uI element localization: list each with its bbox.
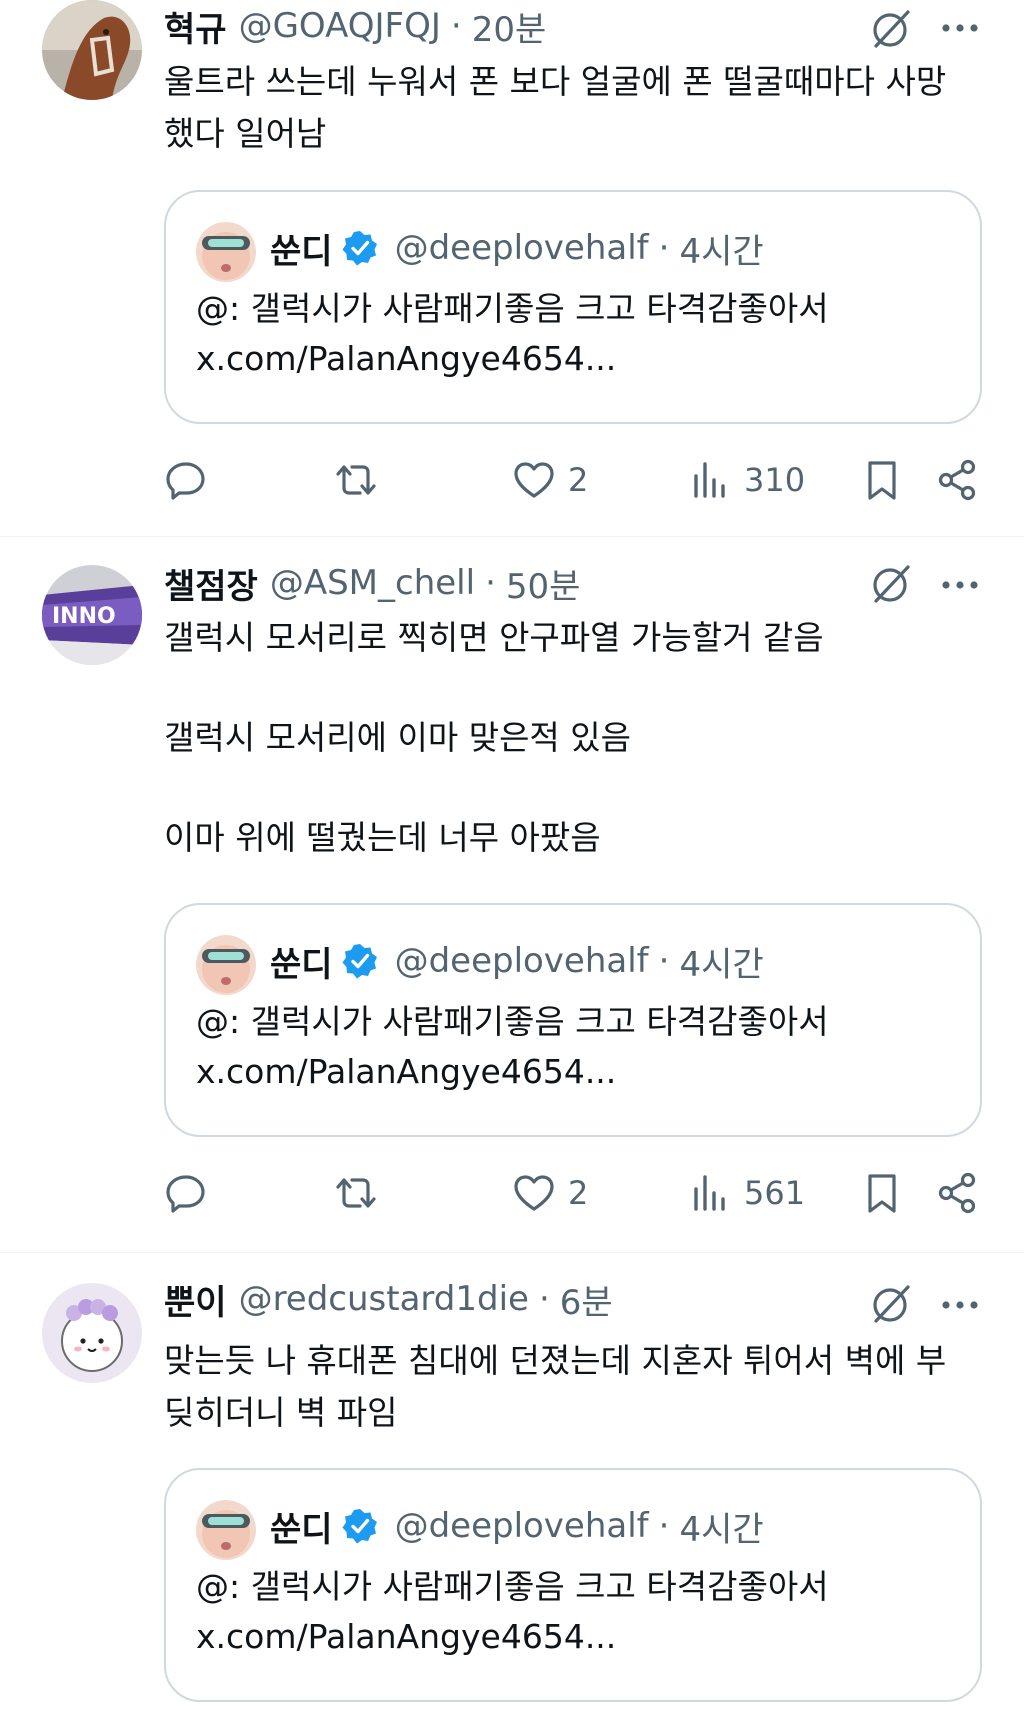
more-dots-icon[interactable]: [940, 579, 980, 591]
quote-avatar[interactable]: [196, 935, 256, 995]
svg-text:INNO: INNO: [52, 604, 116, 629]
quote-card[interactable]: 쑨디 @deeplovehalf · 4시간 @: 갤럭시가 사람패기좋음 크고…: [164, 1468, 982, 1702]
action-bar: 2 310: [164, 456, 994, 504]
repost-button[interactable]: [334, 456, 378, 504]
quote-header: 쑨디 @deeplovehalf · 4시간: [270, 939, 764, 985]
quote-text: @: 갤럭시가 사람패기좋음 크고 타격감좋아서 x.com/PalanAngy…: [196, 1567, 829, 1656]
post-text: 갤럭시 모서리로 찍히면 안구파열 가능할거 같음 갤럭시 모서리에 이마 맞은…: [164, 618, 824, 857]
author-handle[interactable]: @redcustard1die: [239, 1279, 529, 1319]
post-text: 맞는듯 나 휴대폰 침대에 던졌는데 지혼자 튀어서 벽에 부 딪히더니 벽 파…: [164, 1341, 947, 1432]
views-count: 310: [744, 461, 806, 499]
time-separator: ·: [658, 941, 670, 981]
share-button[interactable]: [936, 456, 980, 504]
post-text: 울트라 쓰는데 누워서 폰 보다 얼굴에 폰 떨굴때마다 사망 했다 일어남: [164, 62, 947, 153]
post-time[interactable]: 20분: [472, 2, 547, 51]
quote-text: @: 갤럭시가 사람패기좋음 크고 타격감좋아서 x.com/PalanAngy…: [196, 289, 829, 378]
quote-avatar[interactable]: [196, 222, 256, 282]
post[interactable]: INNO 챌점장 @ASM_chell · 50분 갤럭시 모서리로 찍히면 안…: [0, 537, 1024, 1252]
quote-card[interactable]: 쑨디 @deeplovehalf · 4시간 @: 갤럭시가 사람패기좋음 크고…: [164, 190, 982, 424]
action-bar: 2 561: [164, 1169, 994, 1217]
quote-author-name: 쑨디: [270, 1509, 333, 1550]
bookmark-icon: [868, 1174, 896, 1213]
like-count: 2: [568, 1174, 589, 1212]
more-dots-icon[interactable]: [940, 22, 980, 34]
views-icon: [694, 462, 725, 498]
verified-badge-icon: [342, 944, 377, 979]
views-button[interactable]: 561: [688, 1169, 805, 1217]
time-separator: ·: [450, 6, 462, 46]
like-button[interactable]: 2: [512, 1169, 588, 1217]
time-separator: ·: [538, 1279, 550, 1319]
quote-time: 4시간: [679, 1509, 764, 1550]
reply-button[interactable]: [164, 1169, 208, 1217]
quote-header: 쑨디 @deeplovehalf · 4시간: [270, 1504, 764, 1550]
like-button[interactable]: 2: [512, 456, 588, 504]
post-time[interactable]: 6분: [560, 1275, 613, 1324]
post-header: 뿐이 @redcustard1die · 6분: [164, 1275, 613, 1324]
reply-icon: [166, 462, 205, 500]
author-name[interactable]: 챌점장: [164, 559, 258, 608]
post-header: 챌점장 @ASM_chell · 50분: [164, 559, 581, 608]
post-header: 혁규 @GOAQJFQJ · 20분: [164, 2, 547, 51]
views-count: 561: [744, 1174, 806, 1212]
bookmark-icon: [868, 461, 896, 500]
quote-text: @: 갤럭시가 사람패기좋음 크고 타격감좋아서 x.com/PalanAngy…: [196, 1002, 829, 1091]
heart-icon: [514, 1175, 554, 1211]
quote-author-handle: @deeplovehalf: [394, 228, 649, 268]
quote-avatar[interactable]: [196, 1500, 256, 1560]
author-handle[interactable]: @ASM_chell: [270, 563, 475, 603]
bookmark-button[interactable]: [860, 1169, 904, 1217]
post-time[interactable]: 50분: [506, 559, 581, 608]
share-icon: [938, 459, 976, 501]
repost-icon: [336, 1178, 376, 1208]
author-handle[interactable]: @GOAQJFQJ: [239, 6, 441, 46]
verified-badge-icon: [342, 231, 377, 266]
views-button[interactable]: 310: [688, 456, 805, 504]
share-icon: [938, 1172, 976, 1214]
share-button[interactable]: [936, 1169, 980, 1217]
avatar[interactable]: INNO: [42, 565, 142, 665]
avatar[interactable]: [42, 1283, 142, 1383]
quote-author-name: 쑨디: [270, 944, 333, 985]
like-count: 2: [568, 461, 589, 499]
post[interactable]: 혁규 @GOAQJFQJ · 20분 울트라 쓰는데 누워서 폰 보다 얼굴에 …: [0, 0, 1024, 536]
reply-icon: [166, 1175, 205, 1213]
views-icon: [694, 1175, 725, 1211]
post[interactable]: 뿐이 @redcustard1die · 6분 맞는듯 나 휴대폰 침대에 던졌…: [0, 1253, 1024, 1712]
time-separator: ·: [485, 563, 496, 603]
grok-icon[interactable]: [868, 561, 914, 607]
time-separator: ·: [658, 1506, 670, 1546]
reply-button[interactable]: [164, 456, 208, 504]
repost-icon: [336, 465, 376, 495]
repost-button[interactable]: [334, 1169, 378, 1217]
quote-time: 4시간: [679, 231, 764, 272]
quote-card[interactable]: 쑨디 @deeplovehalf · 4시간 @: 갤럭시가 사람패기좋음 크고…: [164, 903, 982, 1137]
heart-icon: [514, 462, 554, 498]
more-dots-icon[interactable]: [940, 1299, 980, 1311]
grok-icon[interactable]: [868, 6, 914, 52]
quote-header: 쑨디 @deeplovehalf · 4시간: [270, 226, 764, 272]
verified-badge-icon: [342, 1509, 377, 1544]
quote-author-name: 쑨디: [270, 231, 333, 272]
grok-icon[interactable]: [868, 1281, 914, 1327]
quote-time: 4시간: [679, 944, 764, 985]
author-name[interactable]: 혁규: [164, 2, 227, 51]
timeline-feed: 혁규 @GOAQJFQJ · 20분 울트라 쓰는데 누워서 폰 보다 얼굴에 …: [0, 0, 1024, 1712]
quote-author-handle: @deeplovehalf: [394, 1506, 649, 1546]
quote-author-handle: @deeplovehalf: [394, 941, 649, 981]
time-separator: ·: [658, 228, 670, 268]
author-name[interactable]: 뿐이: [164, 1275, 227, 1324]
bookmark-button[interactable]: [860, 456, 904, 504]
avatar[interactable]: [42, 0, 142, 100]
